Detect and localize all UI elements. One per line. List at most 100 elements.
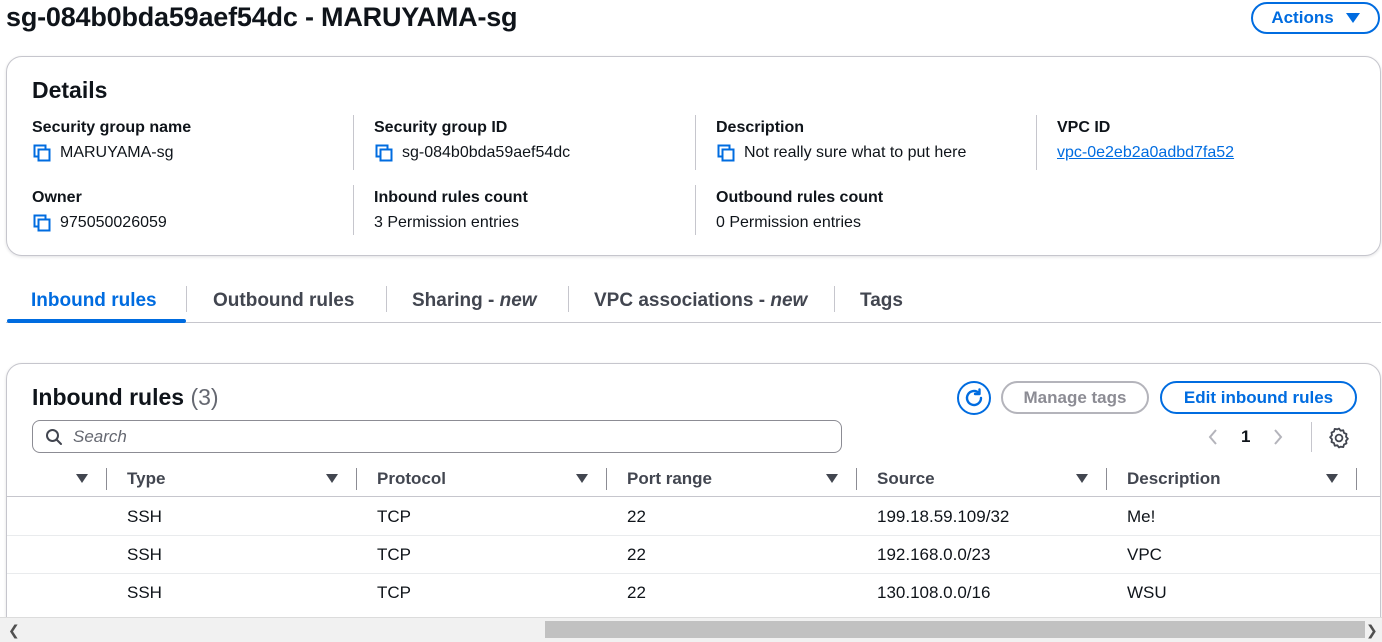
scrollbar-thumb[interactable] xyxy=(545,621,1365,638)
inbound-count-label: Inbound rules count xyxy=(374,189,528,206)
cell-type: SSH xyxy=(127,583,162,602)
tab-new-badge: new xyxy=(499,290,537,311)
scroll-left-icon[interactable]: ❮ xyxy=(8,622,20,638)
cell-description: Me! xyxy=(1127,507,1156,526)
description-value: Not really sure what to put here xyxy=(744,144,967,161)
cell-description: WSU xyxy=(1127,583,1167,602)
actions-button[interactable]: Actions xyxy=(1251,2,1380,34)
owner-value: 975050026059 xyxy=(60,214,167,231)
column-divider xyxy=(1036,115,1037,170)
tab-divider xyxy=(834,286,835,312)
copy-icon[interactable] xyxy=(374,143,394,163)
details-panel: Details Security group name MARUYAMA-sg … xyxy=(6,56,1381,256)
tab-tags[interactable]: Tags xyxy=(860,280,903,322)
tab-label: VPC associations - xyxy=(594,290,771,311)
cell-port-range: 22 xyxy=(627,583,646,602)
sg-name-field: Security group name MARUYAMA-sg xyxy=(32,118,352,163)
caret-down-icon[interactable] xyxy=(1076,474,1088,483)
column-resizer[interactable] xyxy=(356,468,357,490)
tab-label: Outbound rules xyxy=(213,290,355,311)
tab-inbound-rules[interactable]: Inbound rules xyxy=(31,280,157,322)
tab-divider xyxy=(386,286,387,312)
column-resizer[interactable] xyxy=(1106,468,1107,490)
tab-divider xyxy=(568,286,569,312)
caret-down-icon xyxy=(1345,13,1360,23)
refresh-icon xyxy=(965,388,983,407)
search-icon xyxy=(46,428,62,445)
tab-outbound-rules[interactable]: Outbound rules xyxy=(213,280,354,322)
refresh-button[interactable] xyxy=(957,381,991,415)
chevron-left-icon[interactable] xyxy=(1207,428,1219,446)
column-header-description[interactable]: Description xyxy=(1127,462,1221,496)
column-resizer[interactable] xyxy=(106,468,107,490)
column-resizer[interactable] xyxy=(606,468,607,490)
column-divider xyxy=(695,115,696,170)
table-row[interactable]: SSH TCP 22 199.18.59.109/32 Me! xyxy=(7,498,1380,536)
pager-divider xyxy=(1311,422,1312,452)
cell-type: SSH xyxy=(127,545,162,564)
pagination: 1 xyxy=(1207,424,1284,450)
cell-source: 192.168.0.0/23 xyxy=(877,545,991,564)
vpc-id-field: VPC ID vpc-0e2eb2a0adbd7fa52 xyxy=(1057,118,1377,163)
sg-id-field: Security group ID sg-084b0bda59aef54dc xyxy=(374,118,694,163)
cell-type: SSH xyxy=(127,507,162,526)
inbound-count-field: Inbound rules count 3 Permission entries xyxy=(374,188,694,233)
vpc-id-label: VPC ID xyxy=(1057,119,1111,136)
cell-source: 199.18.59.109/32 xyxy=(877,507,1010,526)
column-header-protocol[interactable]: Protocol xyxy=(377,462,446,496)
chevron-right-icon[interactable] xyxy=(1272,428,1284,446)
tab-label: Inbound rules xyxy=(31,290,157,311)
column-header-source[interactable]: Source xyxy=(877,462,935,496)
column-divider xyxy=(695,185,696,235)
column-header-type[interactable]: Type xyxy=(127,462,165,496)
rules-title-text: Inbound rules xyxy=(32,384,185,410)
copy-icon[interactable] xyxy=(32,143,52,163)
caret-down-icon[interactable] xyxy=(76,474,88,483)
rules-title: Inbound rules (3) xyxy=(32,384,219,411)
caret-down-icon[interactable] xyxy=(326,474,338,483)
table-row[interactable]: SSH TCP 22 130.108.0.0/16 WSU xyxy=(7,574,1380,612)
sg-id-label: Security group ID xyxy=(374,119,508,136)
copy-icon[interactable] xyxy=(32,213,52,233)
details-title: Details xyxy=(32,77,108,103)
sg-id-value: sg-084b0bda59aef54dc xyxy=(402,144,571,161)
cell-source: 130.108.0.0/16 xyxy=(877,583,991,602)
copy-icon[interactable] xyxy=(716,143,736,163)
column-resizer[interactable] xyxy=(1356,468,1357,490)
cell-protocol: TCP xyxy=(377,507,411,526)
inbound-count-value: 3 Permission entries xyxy=(374,214,519,231)
table-header: Type Protocol Port range Source Descript… xyxy=(7,462,1380,497)
cell-protocol: TCP xyxy=(377,545,411,564)
tab-label: Sharing - xyxy=(412,290,500,311)
actions-label: Actions xyxy=(1271,8,1334,27)
sg-name-value: MARUYAMA-sg xyxy=(60,144,174,161)
tab-divider xyxy=(186,286,187,312)
caret-down-icon[interactable] xyxy=(1326,474,1338,483)
settings-icon[interactable] xyxy=(1327,426,1351,450)
search-field[interactable] xyxy=(32,420,842,453)
horizontal-scrollbar[interactable]: ❮ ❯ xyxy=(0,617,1382,642)
column-header-port-range[interactable]: Port range xyxy=(627,462,712,496)
sg-name-label: Security group name xyxy=(32,119,192,136)
owner-label: Owner xyxy=(32,189,82,206)
edit-inbound-rules-button[interactable]: Edit inbound rules xyxy=(1160,381,1357,414)
tab-bar: Inbound rules Outbound rules Sharing - n… xyxy=(6,280,1381,323)
caret-down-icon[interactable] xyxy=(826,474,838,483)
search-input[interactable] xyxy=(73,426,813,447)
current-page[interactable]: 1 xyxy=(1241,427,1250,447)
scroll-right-icon[interactable]: ❯ xyxy=(1366,622,1378,638)
cell-port-range: 22 xyxy=(627,545,646,564)
table-row[interactable]: SSH TCP 22 192.168.0.0/23 VPC xyxy=(7,536,1380,574)
manage-tags-button[interactable]: Manage tags xyxy=(1001,381,1149,414)
outbound-count-label: Outbound rules count xyxy=(716,189,884,206)
column-resizer[interactable] xyxy=(856,468,857,490)
tab-vpc-associations[interactable]: VPC associations - new xyxy=(594,280,807,322)
vpc-id-link[interactable]: vpc-0e2eb2a0adbd7fa52 xyxy=(1057,143,1234,163)
description-field: Description Not really sure what to put … xyxy=(716,118,1036,163)
cell-description: VPC xyxy=(1127,545,1162,564)
tab-sharing[interactable]: Sharing - new xyxy=(412,280,537,322)
tab-new-badge: new xyxy=(770,290,808,311)
cell-port-range: 22 xyxy=(627,507,646,526)
caret-down-icon[interactable] xyxy=(576,474,588,483)
page-title: sg-084b0bda59aef54dc - MARUYAMA-sg xyxy=(6,2,518,32)
